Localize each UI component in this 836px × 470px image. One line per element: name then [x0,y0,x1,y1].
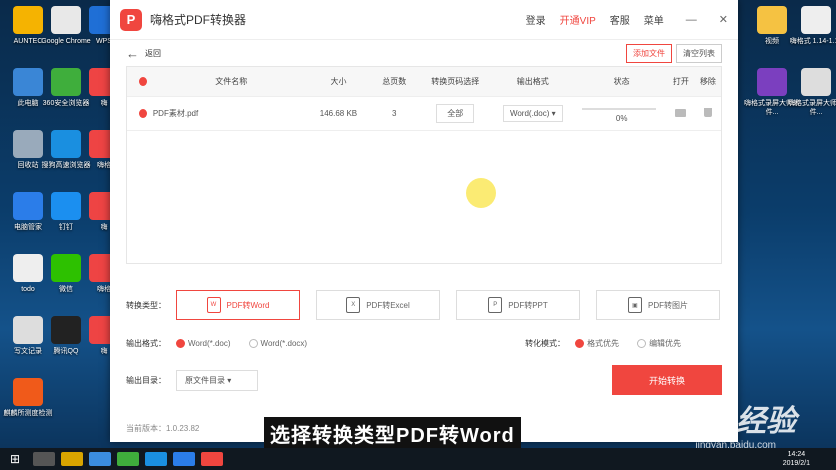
page-range-button[interactable]: 全部 [436,104,475,123]
desktop-icon-label: 嗨格式录屏大师软件... [788,100,836,116]
watermark: Baidu经验 [652,405,796,438]
mode-format-first-radio[interactable]: 格式优先 [575,338,619,349]
header-pages: 总页数 [382,77,407,86]
type-pdf-to-image-button[interactable]: ▣ PDF转图片 [596,290,720,320]
file-pages: 3 [392,109,397,118]
toolbar: ← 返回 添加文件 清空列表 [110,40,738,66]
desktop-icon-label: 麒麟所测度检测 [3,410,53,417]
mode-edit-first-radio[interactable]: 编辑优先 [637,338,681,349]
desktop-icon[interactable]: 麒麟所测度检测 [0,378,56,418]
header-remove: 移除 [699,77,716,86]
convert-type-label: 转换类型： [126,300,166,310]
service-link[interactable]: 客服 [610,12,630,27]
version-label: 当前版本：1.0.23.82 [126,424,200,433]
cursor-highlight [466,178,496,208]
file-explorer-icon[interactable] [61,452,83,466]
app-shortcut-icon [13,378,43,406]
convert-type-row: 转换类型： W PDF转Word X PDF转Excel P PDF转PPT ▣ PDF… [110,290,738,320]
output-format-label: 输出格式： [126,339,166,348]
windows-start-icon[interactable]: ⊞ [0,452,30,466]
vip-link[interactable]: 开通VIP [560,12,596,27]
desktop-icon-label: 嗨格式 1.14-1.18 [789,38,836,45]
header-format: 输出格式 [516,77,549,86]
title-bar: P 嗨格式PDF转换器 登录 开通VIP 客服 菜单 — ✕ [110,0,738,40]
pdf-converter-taskbar-icon[interactable] [201,452,223,466]
word-file-icon: W [206,297,221,313]
sogou-icon[interactable] [145,452,167,466]
login-link[interactable]: 登录 [526,12,546,27]
browser-icon[interactable] [117,452,139,466]
image-file-icon: ▣ [628,297,642,313]
header-status: 状态 [613,77,630,86]
header-name: 文件名称 [215,77,248,86]
title-nav: 登录 开通VIP 客服 菜单 — ✕ [526,12,728,28]
progress-label: 0% [615,113,628,123]
trash-icon[interactable] [703,108,712,117]
search-icon[interactable] [33,452,55,466]
table-header: 文件名称 大小 总页数 转换页码选择 输出格式 状态 打开 移除 [127,67,721,97]
add-file-button[interactable]: 添加文件 [626,43,672,63]
caption: 选择转换类型PDF转Word [264,417,521,450]
desktop-icon[interactable]: 嗨格式录屏大师软件... [788,68,836,117]
format-mode-row: 输出格式： Word(*.doc) Word(*.docx) 转化模式： 格式优… [110,338,738,349]
folder-icon[interactable] [675,108,687,117]
output-dir-label: 输出目录： [126,375,166,385]
output-dir-row: 输出目录： 原文件目录 ▾ 开始转换 [110,365,738,395]
file-size: 146.68 KB [319,109,358,118]
back-arrow-icon[interactable]: ← [126,46,139,61]
type-pdf-to-ppt-button[interactable]: P PDF转PPT [456,290,580,320]
chevron-down-icon: ▾ [227,375,232,385]
app-shortcut-icon [757,68,787,96]
app-shortcut-icon [801,68,831,96]
radio-checked-icon [176,339,185,349]
minimize-icon[interactable]: — [686,14,697,26]
desktop-icon[interactable]: 嗨格式 1.14-1.18 [788,6,836,46]
type-pdf-to-excel-button[interactable]: X PDF转Excel [316,290,440,320]
row-checkbox[interactable] [139,109,147,118]
clear-list-button[interactable]: 清空列表 [676,43,722,63]
header-range: 转换页码选择 [431,77,480,86]
radio-unchecked-icon [248,339,258,349]
type-pdf-to-word-button[interactable]: W PDF转Word [176,290,300,320]
file-name: PDF素材.pdf [152,109,199,118]
header-open: 打开 [672,77,689,86]
progress-bar [581,108,656,111]
excel-file-icon: X [346,297,361,313]
pdf-converter-window: P 嗨格式PDF转换器 登录 开通VIP 客服 菜单 — ✕ ← 返回 添加文件… [110,0,738,442]
app-shortcut-icon [757,6,787,34]
radio-unchecked-icon [637,339,647,349]
clock: 14:24 2019/2/1 [782,451,810,467]
close-icon[interactable]: ✕ [719,13,728,26]
select-all-checkbox[interactable] [139,77,147,86]
radio-checked-icon [575,339,585,349]
app-title: 嗨格式PDF转换器 [150,13,247,27]
menu-link[interactable]: 菜单 [644,12,664,27]
app-shortcut-icon [801,6,831,34]
format-select[interactable]: Word(.doc) ▾ [502,105,563,122]
start-convert-button[interactable]: 开始转换 [612,365,722,395]
ppt-file-icon: P [488,297,503,313]
file-table: 文件名称 大小 总页数 转换页码选择 输出格式 状态 打开 移除 PDF素材.p… [126,66,722,264]
chrome-icon[interactable] [89,452,111,466]
output-dir-select[interactable]: 原文件目录 ▾ [176,369,258,391]
mode-label: 转化模式： [525,339,566,348]
chevron-down-icon: ▾ [551,109,556,118]
format-doc-radio[interactable]: Word(*.doc) [176,339,231,349]
header-size: 大小 [330,77,347,86]
format-docx-radio[interactable]: Word(*.docx) [248,339,307,349]
app-icon[interactable] [173,452,195,466]
app-logo-icon: P [120,8,142,31]
table-row: PDF素材.pdf 146.68 KB 3 全部 Word(.doc) ▾ 0% [127,97,721,131]
back-link[interactable]: 返回 [145,48,161,59]
taskbar: ⊞ 14:24 2019/2/1 [0,448,836,470]
